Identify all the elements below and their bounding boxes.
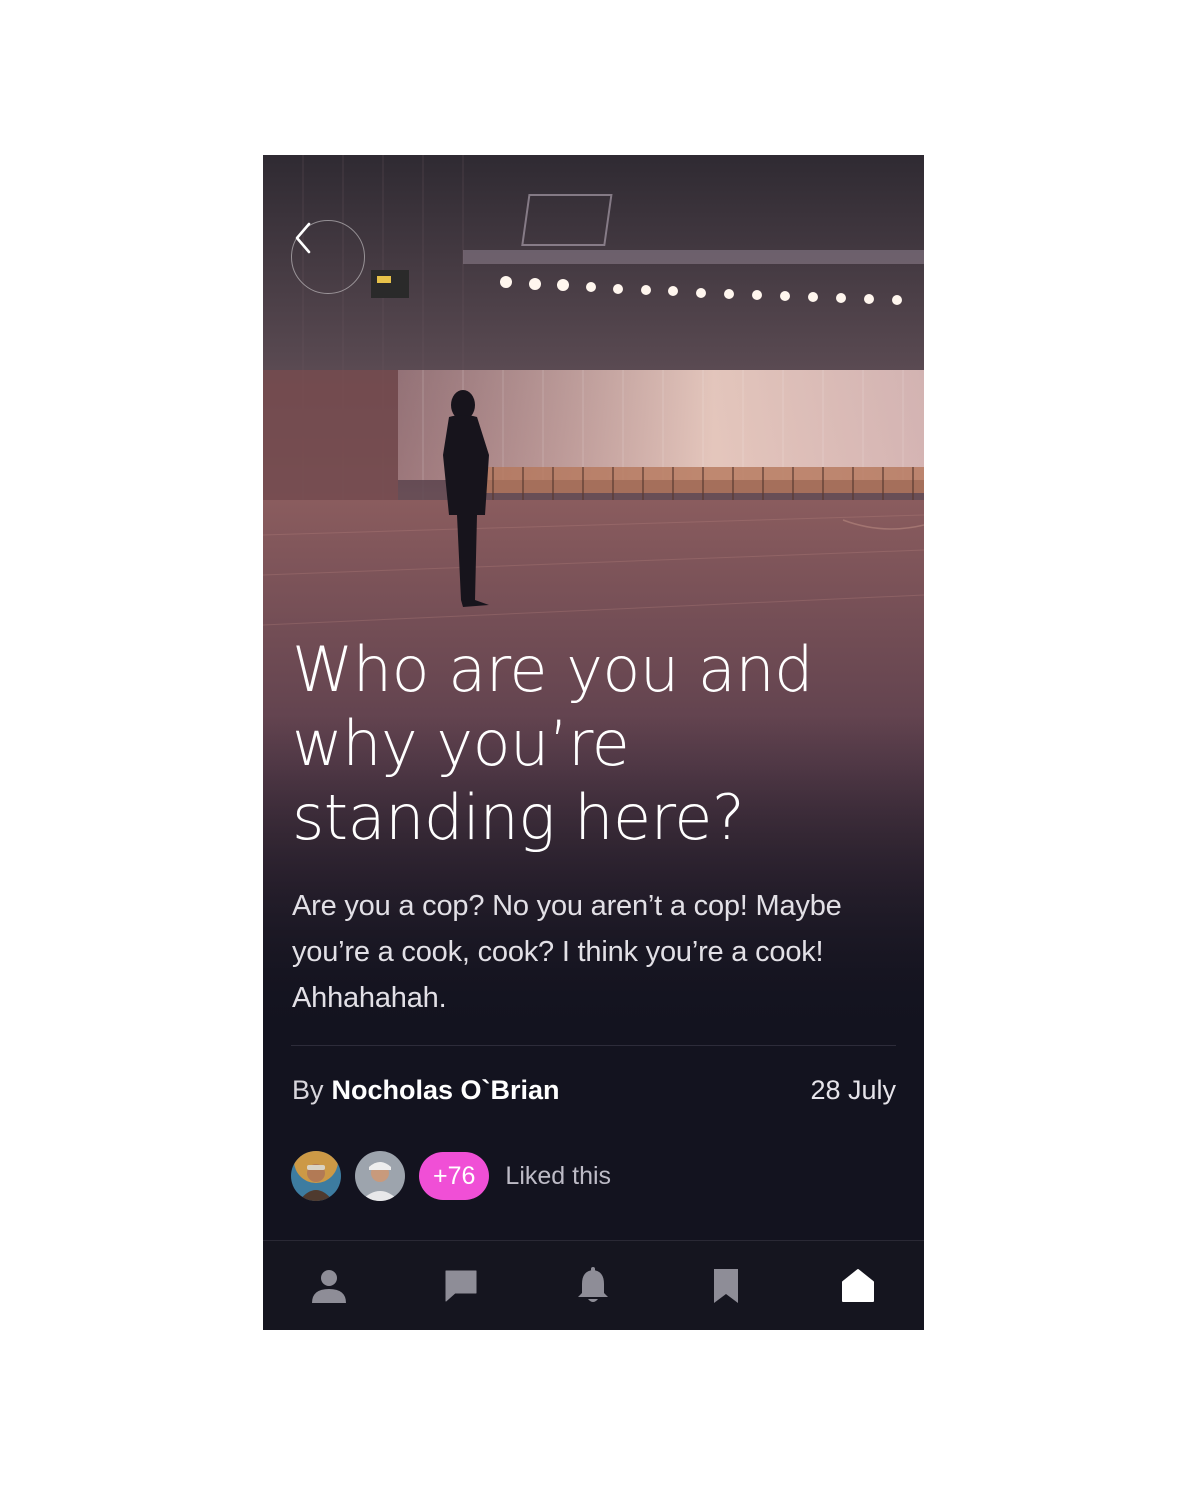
liked-label: Liked this	[505, 1161, 612, 1190]
more-likes-badge[interactable]: +76	[419, 1152, 490, 1200]
chat-icon	[445, 1270, 477, 1301]
nav-notifications[interactable]	[563, 1256, 623, 1316]
back-button[interactable]	[291, 220, 365, 294]
divider	[291, 1045, 896, 1046]
avatar[interactable]	[291, 1151, 341, 1201]
avatar-image	[291, 1151, 341, 1201]
article-screen: Who are you and why you’re standing here…	[263, 155, 924, 1330]
profile-icon	[312, 1269, 347, 1303]
nav-home[interactable]	[828, 1256, 888, 1316]
article-body: Are you a cop? No you aren’t a cop! Mayb…	[292, 890, 842, 1014]
avatar-image	[355, 1151, 405, 1201]
author-line: By Nocholas O`Brian	[292, 1075, 560, 1106]
nav-bookmarks[interactable]	[696, 1256, 756, 1316]
bottom-nav	[263, 1240, 924, 1330]
nav-profile[interactable]	[299, 1256, 359, 1316]
article-content: Who are you and why you’re standing here…	[292, 633, 902, 1021]
avatar[interactable]	[355, 1151, 405, 1201]
article-headline: Who are you and why you’re standing here…	[292, 633, 813, 854]
byline: By Nocholas O`Brian 28 July	[292, 1075, 896, 1106]
likes-row: +76 Liked this	[291, 1151, 611, 1201]
bookmark-icon	[713, 1268, 738, 1303]
publish-date: 28 July	[810, 1075, 896, 1105]
nav-messages[interactable]	[431, 1256, 491, 1316]
bell-icon	[578, 1266, 609, 1302]
home-icon	[841, 1268, 874, 1302]
by-prefix: By	[292, 1075, 324, 1105]
chevron-left-icon	[295, 222, 311, 254]
author-name[interactable]: Nocholas O`Brian	[332, 1075, 560, 1105]
